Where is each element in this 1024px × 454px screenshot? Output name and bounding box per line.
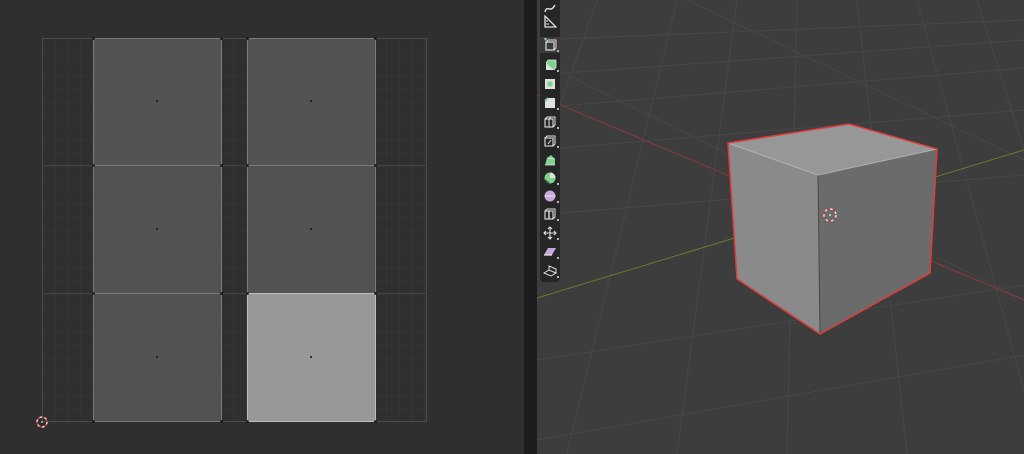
3d-viewport[interactable] <box>537 0 1024 454</box>
area-divider[interactable] <box>524 0 537 454</box>
shear-icon <box>544 248 556 256</box>
extrude-icon <box>545 59 557 71</box>
viewport-canvas[interactable] <box>537 0 1024 454</box>
cube-mesh[interactable] <box>727 123 938 335</box>
uv-island-1[interactable] <box>93 38 222 166</box>
smooth-tool-button[interactable] <box>540 188 560 204</box>
uv-island-4[interactable] <box>247 165 376 294</box>
loop-cut-tool-button[interactable] <box>540 114 560 130</box>
uv-island-2[interactable] <box>247 38 376 166</box>
uv-island-3[interactable] <box>93 165 222 294</box>
shrink-fatten-icon <box>543 226 557 240</box>
poly-build-icon <box>545 155 556 166</box>
poly-build-tool-button[interactable] <box>540 152 560 168</box>
spin-tool-button[interactable] <box>540 170 560 186</box>
edge-slide-icon <box>544 208 556 220</box>
measure-icon <box>544 15 557 28</box>
shrink-fatten-tool-button[interactable] <box>540 225 560 241</box>
uv-island-6-selected[interactable] <box>247 293 376 422</box>
shear-tool-button[interactable] <box>540 244 560 260</box>
measure-tool-button[interactable] <box>540 14 560 30</box>
uv-island-5[interactable] <box>93 293 222 422</box>
extrude-region-tool-button[interactable] <box>540 57 560 73</box>
bevel-tool-button[interactable] <box>540 95 560 111</box>
inset-faces-tool-button[interactable] <box>540 76 560 92</box>
spin-icon <box>544 172 556 184</box>
add-cube-tool-button[interactable] <box>540 37 560 53</box>
rip-region-icon <box>543 265 557 277</box>
uv-canvas[interactable] <box>0 0 524 454</box>
smooth-icon <box>544 190 556 202</box>
rip-region-tool-button[interactable] <box>540 263 560 279</box>
knife-icon <box>544 135 556 147</box>
tool-shelf <box>540 0 560 282</box>
loop-cut-icon <box>544 116 556 128</box>
inset-icon <box>545 79 555 89</box>
annotate-icon <box>544 4 556 13</box>
add-cube-icon <box>544 38 557 51</box>
uv-editor[interactable] <box>0 0 524 454</box>
edge-slide-tool-button[interactable] <box>540 206 560 222</box>
knife-tool-button[interactable] <box>540 133 560 149</box>
bevel-icon <box>544 97 555 108</box>
